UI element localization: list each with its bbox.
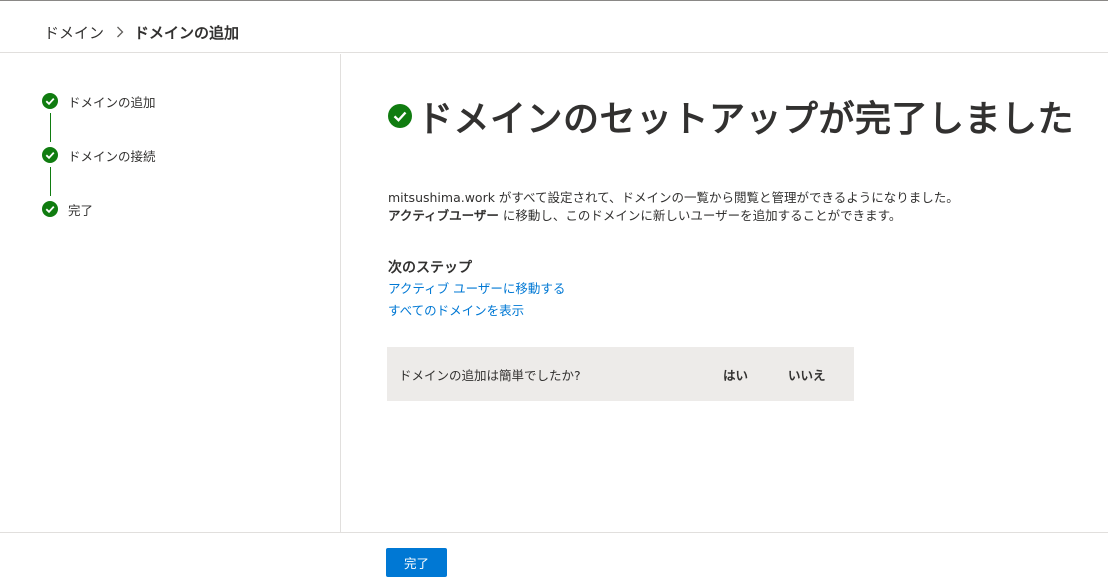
header: ドメイン ドメインの追加 (0, 1, 1108, 53)
step-add-domain: ドメインの追加 (42, 92, 156, 110)
check-circle-icon (42, 147, 58, 163)
step-finish: 完了 (42, 200, 93, 218)
step-connector (49, 113, 51, 142)
view-all-domains-link[interactable]: すべてのドメインを表示 (388, 300, 524, 319)
check-circle-icon (42, 93, 58, 109)
completion-description: mitsushima.work がすべて設定されて、ドメインの一覧から閲覧と管理… (388, 189, 959, 225)
breadcrumb-current: ドメインの追加 (134, 23, 240, 42)
check-circle-icon (388, 104, 412, 128)
wizard-steps: ドメインの追加 ドメインの接続 完了 (0, 54, 341, 532)
description-line-2: アクティブユーザー に移動し、このドメインに新しいユーザーを追加することができま… (388, 207, 959, 225)
step-label: 完了 (68, 202, 94, 218)
description-line-2-rest: に移動し、このドメインに新しいユーザーを追加することができます。 (498, 208, 902, 223)
step-connect-domain: ドメインの接続 (42, 146, 156, 164)
active-users-term: アクティブユーザー (388, 208, 499, 223)
feedback-question: ドメインの追加は簡単でしたか? (399, 367, 581, 383)
main-content: ドメインのセットアップが完了しました mitsushima.work がすべて設… (342, 54, 1108, 532)
domain-setup-page: ドメイン ドメインの追加 ドメインの追加 ドメインの接続 完了 ドメインのセット… (0, 0, 1108, 586)
page-title-text: ドメインのセットアップが完了しました (417, 99, 1075, 140)
footer: 完了 (0, 532, 1108, 586)
feedback-yes-button[interactable]: はい (723, 365, 748, 384)
feedback-no-button[interactable]: いいえ (788, 365, 826, 384)
go-to-active-users-link[interactable]: アクティブ ユーザーに移動する (388, 278, 565, 297)
check-circle-icon (42, 201, 58, 217)
feedback-panel: ドメインの追加は簡単でしたか? はい いいえ (387, 347, 854, 401)
description-line-1: mitsushima.work がすべて設定されて、ドメインの一覧から閲覧と管理… (388, 190, 959, 205)
done-button[interactable]: 完了 (386, 548, 447, 577)
step-label: ドメインの追加 (68, 94, 156, 110)
breadcrumb: ドメイン ドメインの追加 (44, 21, 239, 43)
step-label: ドメインの接続 (68, 148, 156, 164)
next-steps-heading: 次のステップ (388, 260, 472, 276)
page-title: ドメインのセットアップが完了しました (388, 90, 1074, 142)
breadcrumb-link-domains[interactable]: ドメイン (44, 22, 104, 43)
chevron-right-icon (116, 26, 124, 38)
step-connector (49, 167, 51, 196)
